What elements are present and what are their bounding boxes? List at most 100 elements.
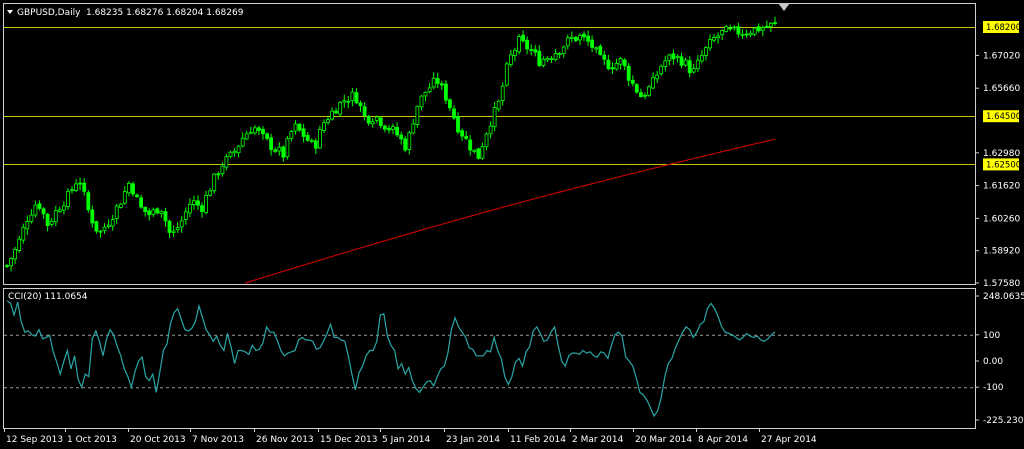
candle-body [618, 58, 623, 65]
price-candle [232, 148, 237, 157]
candle-body [480, 146, 485, 159]
candle-body [187, 203, 192, 214]
time-tick-label: 2 Mar 2014 [572, 435, 624, 445]
candle-body [476, 148, 481, 159]
candle-body [25, 220, 30, 230]
price-candle [110, 214, 115, 231]
candle-body [395, 127, 400, 136]
price-candle [82, 178, 87, 196]
price-candle [464, 131, 469, 140]
price-candle [773, 16, 777, 26]
candle-body [606, 59, 611, 70]
candle-body [21, 227, 26, 241]
price-candle [29, 209, 34, 224]
price-candle [614, 58, 619, 71]
price-candle [25, 215, 30, 235]
candle-body [374, 116, 379, 121]
candle-body [403, 138, 408, 151]
price-candle [179, 215, 184, 233]
candle-body [634, 84, 639, 93]
candle-body [317, 128, 322, 149]
candle-body [220, 165, 225, 175]
candle-body [301, 128, 306, 137]
candle-body [387, 127, 391, 131]
price-candle [261, 126, 265, 140]
price-candle [354, 88, 359, 105]
candle-body [86, 192, 91, 211]
price-candle [704, 46, 708, 61]
price-candle [643, 92, 647, 100]
candle-body [504, 63, 509, 86]
price-candle [736, 22, 741, 38]
price-tick-label: 1.62980 [983, 149, 1020, 159]
candle-body [74, 183, 78, 191]
candle-body [537, 50, 542, 66]
candle-body [439, 83, 444, 86]
price-candle [342, 94, 347, 108]
price-candle [415, 105, 420, 128]
time-tick-label: 7 Nov 2013 [192, 435, 244, 445]
price-candle [582, 31, 586, 42]
price-candle [492, 101, 497, 132]
price-candle [574, 36, 578, 43]
candle-body [513, 49, 517, 56]
price-candle [622, 58, 627, 71]
price-candle [586, 30, 590, 46]
candle-body [724, 26, 729, 32]
candle-body [671, 53, 676, 60]
price-candle [382, 124, 387, 133]
price-candle [765, 20, 769, 29]
candle-body [578, 34, 582, 41]
chart-window[interactable]: GBPUSD,Daily 1.68235 1.68276 1.68204 1.6… [0, 0, 1024, 449]
candle-body [415, 105, 420, 125]
price-candle [53, 205, 58, 227]
candle-body [748, 32, 753, 36]
price-candle [37, 200, 42, 211]
price-candle [305, 132, 310, 142]
candle-body [651, 77, 655, 89]
candle-body [248, 131, 253, 134]
price-candle [578, 33, 582, 46]
price-candle [175, 221, 180, 233]
candle-body [708, 39, 712, 49]
candle-body [297, 123, 302, 131]
price-candle [484, 132, 489, 151]
chart-canvas[interactable]: GBPUSD,Daily 1.68235 1.68276 1.68204 1.6… [0, 0, 1024, 449]
candle-body [135, 194, 139, 198]
time-tick-label: 12 Sep 2013 [6, 435, 63, 445]
candle-body [382, 125, 387, 130]
price-candle [45, 212, 50, 232]
candle-body [614, 63, 619, 70]
candle-body [70, 189, 74, 192]
candle-body [443, 83, 448, 101]
candle-body [647, 86, 651, 96]
candle-body [66, 190, 70, 207]
price-candle [301, 124, 306, 143]
candle-body [127, 182, 131, 194]
candle-body [752, 27, 757, 35]
candle-body [216, 173, 221, 176]
price-candle [590, 35, 594, 53]
price-candle [456, 112, 460, 135]
price-candle [667, 53, 672, 66]
price-candle [191, 195, 196, 210]
collapse-arrow-icon[interactable] [7, 10, 13, 14]
candle-body [435, 78, 440, 84]
cci-tick-label: 100 [983, 331, 1000, 341]
candle-body [541, 58, 546, 67]
candle-body [354, 92, 359, 104]
candle-body [736, 26, 741, 35]
candle-body [265, 133, 270, 139]
price-candle [122, 186, 127, 205]
price-candle [135, 193, 139, 198]
candle-body [277, 146, 282, 152]
candle-body [675, 55, 680, 58]
candle-body [110, 219, 115, 227]
price-candle [17, 235, 22, 253]
time-tick-label: 11 Feb 2014 [510, 435, 566, 445]
price-tick-label: 1.61620 [983, 182, 1020, 192]
candle-body [326, 119, 330, 123]
candle-body [114, 205, 119, 220]
chart-shift-marker-icon[interactable] [778, 3, 790, 11]
price-candle [594, 46, 599, 54]
